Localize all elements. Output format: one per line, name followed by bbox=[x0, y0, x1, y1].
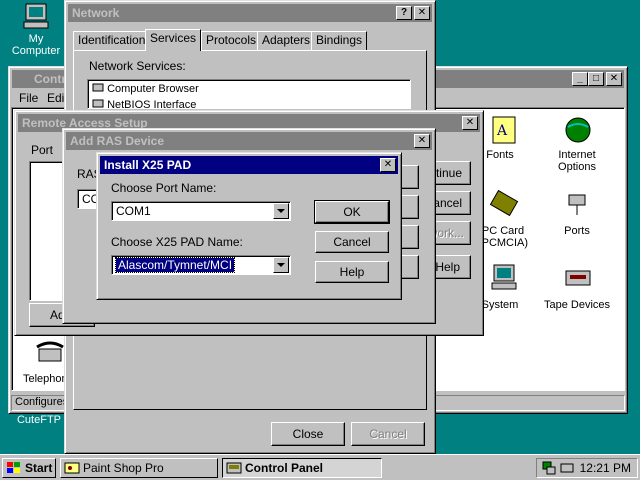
display-tray-icon[interactable] bbox=[559, 461, 575, 475]
pad-name-label: Choose X25 PAD Name: bbox=[111, 235, 243, 249]
network-close-dialog-button[interactable]: Close bbox=[271, 422, 345, 446]
start-button[interactable]: Start bbox=[2, 458, 56, 478]
computer-icon bbox=[23, 3, 49, 29]
tab-protocols[interactable]: Protocols bbox=[201, 31, 262, 50]
maximize-button[interactable]: □ bbox=[588, 72, 604, 86]
pad-name-select[interactable]: Alascom/Tymnet/MCI bbox=[111, 255, 291, 275]
add-ras-side-button-1[interactable] bbox=[399, 165, 419, 189]
x25-title: Install X25 PAD bbox=[104, 158, 192, 172]
internet-options-item[interactable]: Internet Options bbox=[549, 115, 609, 175]
port-column-label: Port bbox=[31, 143, 54, 157]
minimize-button[interactable]: _ bbox=[572, 72, 588, 86]
service-icon bbox=[92, 99, 104, 108]
ras-close-button[interactable]: ✕ bbox=[462, 116, 478, 130]
add-ras-side-button-3[interactable] bbox=[399, 225, 419, 249]
add-ras-side-button-2[interactable] bbox=[399, 195, 419, 219]
cuteftp-desktop-label[interactable]: CuteFTP bbox=[14, 414, 64, 426]
fonts-item[interactable]: A Fonts bbox=[475, 115, 535, 175]
network-close-button[interactable]: ✕ bbox=[414, 6, 430, 20]
tape-devices-item[interactable]: Tape Devices bbox=[539, 263, 619, 323]
system-item[interactable]: System bbox=[475, 263, 535, 323]
network-titlebar[interactable]: Network ? ✕ bbox=[68, 4, 432, 22]
system-tray: 12:21 PM bbox=[536, 458, 638, 478]
network-services-list[interactable]: Computer Browser NetBIOS Interface bbox=[87, 79, 411, 109]
cancel-button[interactable]: Cancel bbox=[315, 231, 389, 253]
tab-services[interactable]: Services bbox=[145, 29, 202, 51]
add-ras-titlebar[interactable]: Add RAS Device ✕ bbox=[66, 132, 432, 150]
ports-icon bbox=[568, 194, 586, 215]
list-item[interactable]: Computer Browser bbox=[92, 83, 199, 95]
windows-logo-icon bbox=[7, 462, 20, 473]
tab-adapters[interactable]: Adapters bbox=[257, 31, 316, 50]
clock: 12:21 PM bbox=[579, 461, 631, 475]
pccard-item[interactable]: PC Card (PCMCIA) bbox=[475, 189, 535, 249]
status-text: Configures bbox=[15, 396, 69, 408]
network-title: Network bbox=[72, 6, 120, 20]
paint-shop-pro-icon bbox=[64, 462, 80, 474]
my-computer-label: My Computer bbox=[11, 33, 61, 57]
service-icon bbox=[92, 83, 104, 92]
control-panel-icon bbox=[226, 462, 242, 474]
network-cancel-button[interactable]: Cancel bbox=[351, 422, 425, 446]
my-computer-desktop-icon[interactable]: My Computer bbox=[4, 2, 68, 57]
network-tray-icon[interactable] bbox=[541, 461, 557, 475]
svg-text:A: A bbox=[496, 123, 508, 139]
system-icon bbox=[491, 264, 517, 290]
pccard-icon bbox=[489, 189, 519, 217]
telephone-icon bbox=[36, 341, 64, 362]
tape-icon bbox=[565, 270, 591, 286]
tab-bindings[interactable]: Bindings bbox=[311, 31, 368, 50]
port-name-select[interactable]: COM1 bbox=[111, 201, 291, 221]
list-item[interactable]: NetBIOS Interface bbox=[92, 99, 196, 108]
network-help-button[interactable]: ? bbox=[396, 6, 412, 20]
ports-item[interactable]: Ports bbox=[549, 189, 609, 249]
add-ras-close-button[interactable]: ✕ bbox=[414, 134, 430, 148]
close-button[interactable]: ✕ bbox=[606, 72, 622, 86]
task-control-panel[interactable]: Control Panel bbox=[222, 458, 382, 478]
x25-titlebar[interactable]: Install X25 PAD ✕ bbox=[100, 156, 398, 174]
help-button[interactable]: Help bbox=[315, 261, 389, 283]
port-name-label: Choose Port Name: bbox=[111, 181, 217, 195]
network-services-label: Network Services: bbox=[89, 59, 186, 73]
globe-icon bbox=[565, 117, 591, 143]
task-paint-shop-pro[interactable]: Paint Shop Pro bbox=[60, 458, 218, 478]
install-x25-pad-dialog[interactable]: Install X25 PAD ✕ Choose Port Name: COM1… bbox=[96, 152, 402, 300]
fonts-icon: A bbox=[492, 116, 516, 144]
add-ras-title: Add RAS Device bbox=[70, 134, 165, 148]
add-ras-side-button-4[interactable] bbox=[399, 255, 419, 279]
tab-identification[interactable]: Identification bbox=[73, 31, 151, 50]
chevron-down-icon[interactable] bbox=[273, 203, 289, 219]
taskbar: Start Paint Shop Pro Control Panel 12:21… bbox=[0, 454, 640, 480]
chevron-down-icon[interactable] bbox=[273, 257, 289, 273]
menu-file[interactable]: File bbox=[19, 91, 38, 105]
ok-button[interactable]: OK bbox=[314, 200, 390, 224]
x25-close-button[interactable]: ✕ bbox=[380, 158, 396, 172]
